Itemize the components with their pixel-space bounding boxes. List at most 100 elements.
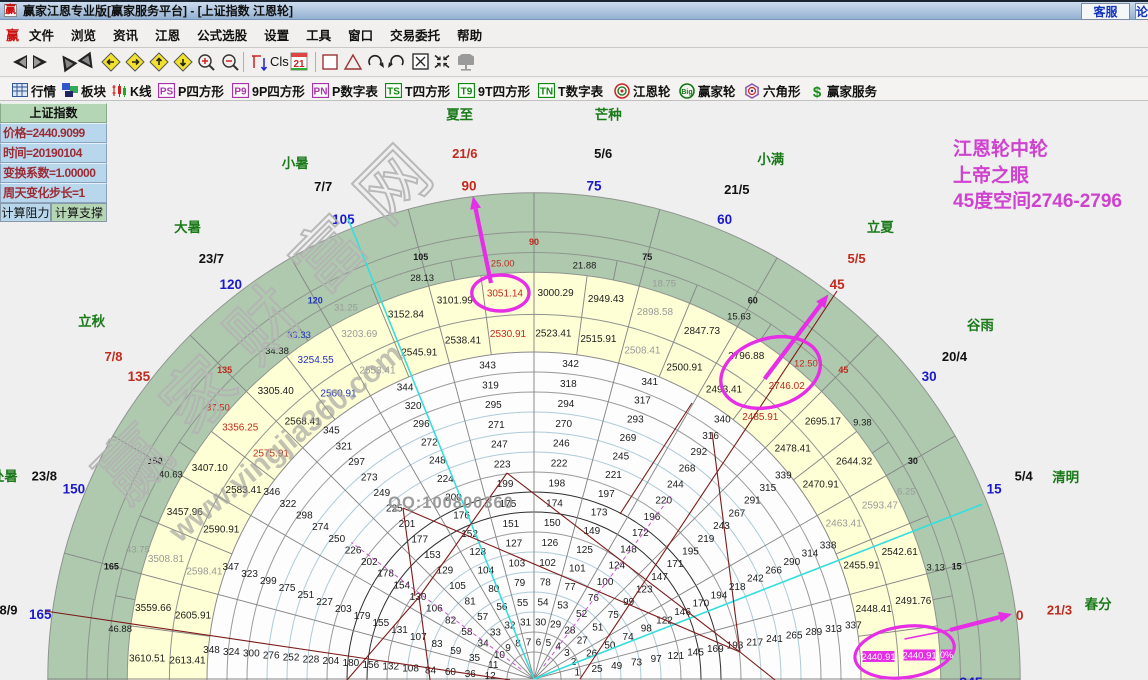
svg-text:21/5: 21/5 [724, 182, 749, 197]
svg-text:25: 25 [591, 664, 603, 675]
svg-text:12: 12 [485, 671, 497, 680]
svg-text:2847.73: 2847.73 [684, 326, 721, 337]
svg-text:223: 223 [494, 459, 511, 470]
svg-text:2538.41: 2538.41 [445, 335, 482, 346]
svg-text:151: 151 [503, 519, 520, 530]
svg-text:6: 6 [536, 637, 542, 648]
svg-text:P9: P9 [234, 87, 247, 98]
svg-text:266: 266 [765, 565, 782, 576]
svg-text:T9: T9 [461, 87, 473, 98]
svg-text:222: 222 [551, 459, 568, 470]
svg-text:75: 75 [642, 252, 652, 262]
svg-text:6.25: 6.25 [897, 487, 916, 498]
svg-text:150: 150 [544, 518, 561, 529]
svg-text:204: 204 [323, 656, 340, 667]
svg-text:2463.41: 2463.41 [826, 519, 863, 530]
svg-text:347: 347 [222, 562, 239, 573]
svg-text:3000.29: 3000.29 [538, 288, 575, 299]
svg-text:0: 0 [1016, 608, 1024, 623]
svg-text:55: 55 [517, 598, 529, 609]
svg-text:2515.91: 2515.91 [580, 334, 617, 345]
svg-text:201: 201 [399, 519, 416, 530]
svg-text:27: 27 [577, 635, 589, 646]
svg-text:105: 105 [449, 581, 466, 592]
svg-text:227: 227 [316, 597, 333, 608]
svg-text:244: 244 [667, 480, 684, 491]
svg-text:2448.41: 2448.41 [856, 604, 893, 615]
svg-text:324: 324 [223, 647, 240, 658]
svg-text:297: 297 [348, 457, 365, 468]
svg-text:60: 60 [717, 212, 732, 227]
svg-text:3101.99: 3101.99 [437, 296, 474, 307]
svg-text:316: 316 [702, 431, 719, 442]
svg-text:339: 339 [775, 470, 792, 481]
svg-text:295: 295 [485, 400, 502, 411]
svg-text:73: 73 [631, 658, 643, 669]
svg-text:198: 198 [548, 478, 565, 489]
svg-text:75: 75 [608, 610, 620, 621]
svg-text:29: 29 [550, 619, 562, 630]
svg-text:275: 275 [279, 583, 296, 594]
svg-text:276: 276 [263, 651, 280, 662]
svg-text:小暑: 小暑 [282, 156, 309, 171]
svg-text:147: 147 [651, 572, 668, 583]
svg-text:30: 30 [922, 369, 937, 384]
svg-text:QQ:100800360: QQ:100800360 [388, 494, 514, 512]
svg-text:2440.91: 2440.91 [861, 652, 895, 663]
svg-text:340: 340 [714, 415, 731, 426]
svg-text:2485.91: 2485.91 [742, 412, 779, 423]
svg-text:345: 345 [959, 674, 983, 680]
svg-text:226: 226 [345, 545, 362, 556]
svg-text:3051.14: 3051.14 [487, 289, 524, 300]
svg-text:81: 81 [465, 596, 477, 607]
svg-text:3610.51: 3610.51 [129, 653, 166, 664]
svg-text:346: 346 [263, 487, 280, 498]
svg-text:341: 341 [641, 377, 658, 388]
svg-text:7/8: 7/8 [104, 349, 122, 364]
svg-text:315: 315 [759, 483, 776, 494]
svg-text:241: 241 [766, 634, 783, 645]
svg-text:43.75: 43.75 [126, 544, 150, 555]
svg-text:PS: PS [160, 87, 174, 98]
svg-text:2898.58: 2898.58 [637, 307, 674, 318]
svg-text:2500.91: 2500.91 [666, 362, 703, 373]
svg-text:165: 165 [29, 607, 52, 622]
svg-text:217: 217 [746, 637, 763, 648]
svg-text:344: 344 [397, 382, 414, 393]
svg-text:178: 178 [377, 569, 394, 580]
svg-text:2470.91: 2470.91 [803, 480, 840, 491]
svg-text:296: 296 [413, 419, 430, 430]
svg-text:23/8: 23/8 [32, 469, 57, 484]
svg-text:171: 171 [667, 559, 684, 570]
svg-text:60: 60 [445, 667, 457, 678]
svg-text:79: 79 [514, 578, 526, 589]
svg-text:322: 322 [280, 499, 297, 510]
svg-text:338: 338 [820, 540, 837, 551]
svg-text:242: 242 [747, 574, 764, 585]
svg-text:60: 60 [748, 296, 758, 306]
svg-text:120: 120 [220, 277, 243, 292]
svg-text:2478.41: 2478.41 [775, 444, 812, 455]
svg-text:179: 179 [354, 611, 371, 622]
svg-text:21/3: 21/3 [1047, 602, 1072, 617]
svg-text:150: 150 [63, 481, 86, 496]
svg-text:45: 45 [830, 277, 846, 292]
svg-text:252: 252 [283, 652, 300, 663]
svg-text:45: 45 [838, 365, 848, 375]
svg-text:125: 125 [576, 545, 593, 556]
svg-text:323: 323 [241, 569, 258, 580]
svg-text:100: 100 [597, 577, 614, 588]
svg-text:5/5: 5/5 [848, 251, 866, 266]
svg-text:318: 318 [560, 379, 577, 390]
svg-text:处暑: 处暑 [0, 468, 18, 484]
svg-text:180: 180 [343, 658, 360, 669]
svg-text:126: 126 [542, 538, 559, 549]
svg-text:337: 337 [845, 621, 862, 632]
svg-text:夏至: 夏至 [445, 107, 473, 122]
svg-text:Big: Big [681, 89, 692, 96]
svg-text:3407.10: 3407.10 [192, 463, 229, 474]
svg-text:228: 228 [303, 654, 320, 665]
svg-text:292: 292 [691, 447, 708, 458]
svg-text:18.75: 18.75 [652, 278, 676, 289]
svg-text:2644.32: 2644.32 [836, 457, 873, 468]
